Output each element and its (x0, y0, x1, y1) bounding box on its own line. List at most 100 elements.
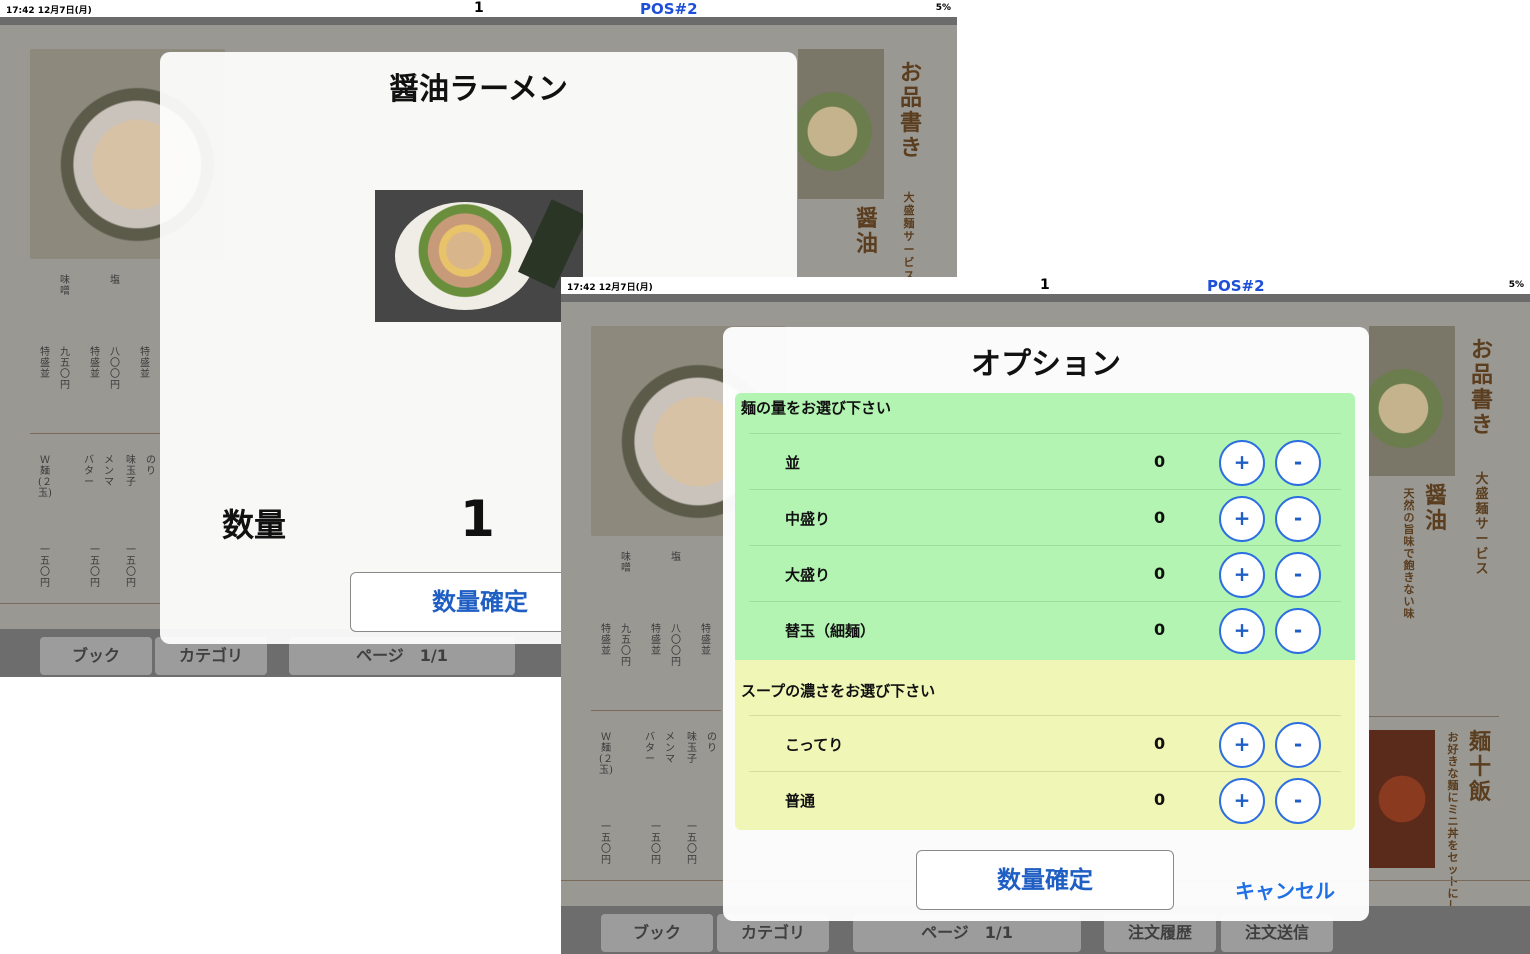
menu-col-shio: 塩 (671, 552, 681, 563)
menu-col-price: 八〇〇円 (671, 624, 681, 668)
decrement-button[interactable]: - (1275, 440, 1321, 486)
men-meshi-heading: 麺十飯 (1468, 729, 1491, 805)
option-group-heading: 麺の量をお選び下さい (741, 399, 892, 417)
menu-col-price: 一五〇円 (126, 545, 136, 589)
increment-button[interactable]: + (1219, 496, 1265, 542)
menu-col-price: 八〇〇円 (110, 347, 120, 391)
header-divider (0, 17, 957, 25)
menu-col-egg: 味玉子 (687, 732, 697, 765)
battery-indicator: 5% (1508, 280, 1524, 290)
menu-col-size: 特盛並 (701, 624, 711, 657)
table-number: 1 (474, 0, 484, 16)
shoyu-heading: 醤油 (855, 206, 878, 257)
pos-screen-2: 17:42 12月7日(月) 1 POS#2 5% お品書き 大盛麺サービス 醤… (561, 277, 1530, 954)
option-label: 中盛り (785, 510, 831, 528)
status-bar: 17:42 12月7日(月) 1 POS#2 5% (561, 277, 1530, 295)
option-label: こってり (785, 736, 844, 754)
menu-col-size: 特盛並 (40, 347, 50, 380)
menu-col-price: 一五〇円 (651, 822, 661, 866)
menu-col-size: 特盛並 (90, 347, 100, 380)
option-row: こってり 0 + - (749, 715, 1341, 771)
quantity-value: 1 (460, 490, 495, 548)
menu-divider (591, 710, 721, 711)
dialog-title: オプション (971, 347, 1121, 382)
menu-col-price: 九五〇円 (60, 347, 70, 391)
option-row: 大盛り 0 + - (749, 545, 1341, 601)
menu-col-size: 特盛並 (140, 347, 150, 380)
option-row: 並 0 + - (749, 433, 1341, 489)
menu-col-size: 特盛並 (651, 624, 661, 657)
confirm-quantity-button[interactable]: 数量確定 (916, 850, 1174, 910)
cancel-button[interactable]: キャンセル (1235, 875, 1335, 904)
header-divider (561, 294, 1530, 302)
menu-col-wmen: Ｗ麺(２玉) (599, 732, 613, 776)
ramen-photo-right (798, 49, 884, 199)
dialog-title: 醤油ラーメン (389, 72, 568, 107)
increment-button[interactable]: + (1219, 722, 1265, 768)
menu-col-price: 一五〇円 (687, 822, 697, 866)
menu-title: お品書き (899, 60, 922, 161)
option-label: 大盛り (785, 566, 831, 584)
option-count: 0 (1154, 734, 1166, 753)
menu-col-menma: メンマ (104, 455, 114, 488)
increment-button[interactable]: + (1219, 778, 1265, 824)
menu-col-butter: バター (84, 455, 94, 488)
shoyu-note: 天然の旨味で飽きない味 (1403, 487, 1415, 620)
decrement-button[interactable]: - (1275, 496, 1321, 542)
menu-col-menma: メンマ (665, 732, 675, 765)
increment-button[interactable]: + (1219, 608, 1265, 654)
decrement-button[interactable]: - (1275, 552, 1321, 598)
options-dialog: オプション 麺の量をお選び下さい 並 0 + - 中盛り 0 + - 大盛り 0… (723, 327, 1369, 921)
menu-col-price: 一五〇円 (40, 545, 50, 589)
option-group-noodle-amount: 麺の量をお選び下さい 並 0 + - 中盛り 0 + - 大盛り 0 + - 替… (735, 393, 1355, 660)
option-count: 0 (1154, 620, 1166, 639)
status-time: 17:42 12月7日(月) (567, 283, 653, 293)
option-row: 中盛り 0 + - (749, 489, 1341, 545)
option-row: 普通 0 + - (749, 771, 1341, 827)
menu-col-nori: のり (707, 732, 717, 754)
option-count: 0 (1154, 790, 1166, 809)
shoyu-heading: 醤油 (1424, 483, 1447, 534)
book-button[interactable]: ブック (40, 637, 152, 675)
pos-terminal-label: POS#2 (1207, 277, 1265, 295)
option-count: 0 (1154, 508, 1166, 527)
option-row: 替玉（細麺） 0 + - (749, 601, 1341, 657)
menu-divider (1369, 716, 1499, 717)
menu-col-egg: 味玉子 (126, 455, 136, 488)
menu-divider (30, 433, 160, 434)
ramen-bowl-image (395, 202, 535, 310)
increment-button[interactable]: + (1219, 552, 1265, 598)
menu-col-price: 九五〇円 (621, 624, 631, 668)
menu-col-wmen: Ｗ麺(２玉) (38, 455, 52, 499)
menu-col-miso: 味噌 (60, 275, 70, 297)
menu-subtitle: 大盛麺サービス (903, 191, 915, 282)
option-count: 0 (1154, 564, 1166, 583)
menu-col-price: 一五〇円 (601, 822, 611, 866)
status-bar: 17:42 12月7日(月) 1 POS#2 5% (0, 0, 957, 18)
decrement-button[interactable]: - (1275, 608, 1321, 654)
option-label: 替玉（細麺） (785, 622, 876, 640)
decrement-button[interactable]: - (1275, 778, 1321, 824)
menu-col-price: 一五〇円 (90, 545, 100, 589)
menu-divider (0, 603, 160, 604)
status-time: 17:42 12月7日(月) (6, 6, 92, 16)
item-photo (375, 190, 583, 322)
menu-col-shio: 塩 (110, 275, 120, 286)
increment-button[interactable]: + (1219, 440, 1265, 486)
quantity-label: 数量 (222, 506, 287, 544)
option-count: 0 (1154, 452, 1166, 471)
menu-col-butter: バター (645, 732, 655, 765)
battery-indicator: 5% (935, 3, 951, 13)
book-button[interactable]: ブック (601, 914, 713, 952)
menu-title: お品書き (1470, 337, 1493, 438)
menu-subtitle: 大盛麺サービス (1475, 472, 1489, 577)
option-label: 並 (785, 454, 801, 472)
table-number: 1 (1040, 277, 1050, 293)
option-group-heading: スープの濃さをお選び下さい (741, 682, 936, 700)
ramen-photo-right (1369, 326, 1455, 476)
menu-col-size: 特盛並 (601, 624, 611, 657)
menu-col-nori: のり (146, 455, 156, 477)
option-label: 普通 (785, 792, 816, 810)
pos-terminal-label: POS#2 (640, 0, 698, 18)
decrement-button[interactable]: - (1275, 722, 1321, 768)
